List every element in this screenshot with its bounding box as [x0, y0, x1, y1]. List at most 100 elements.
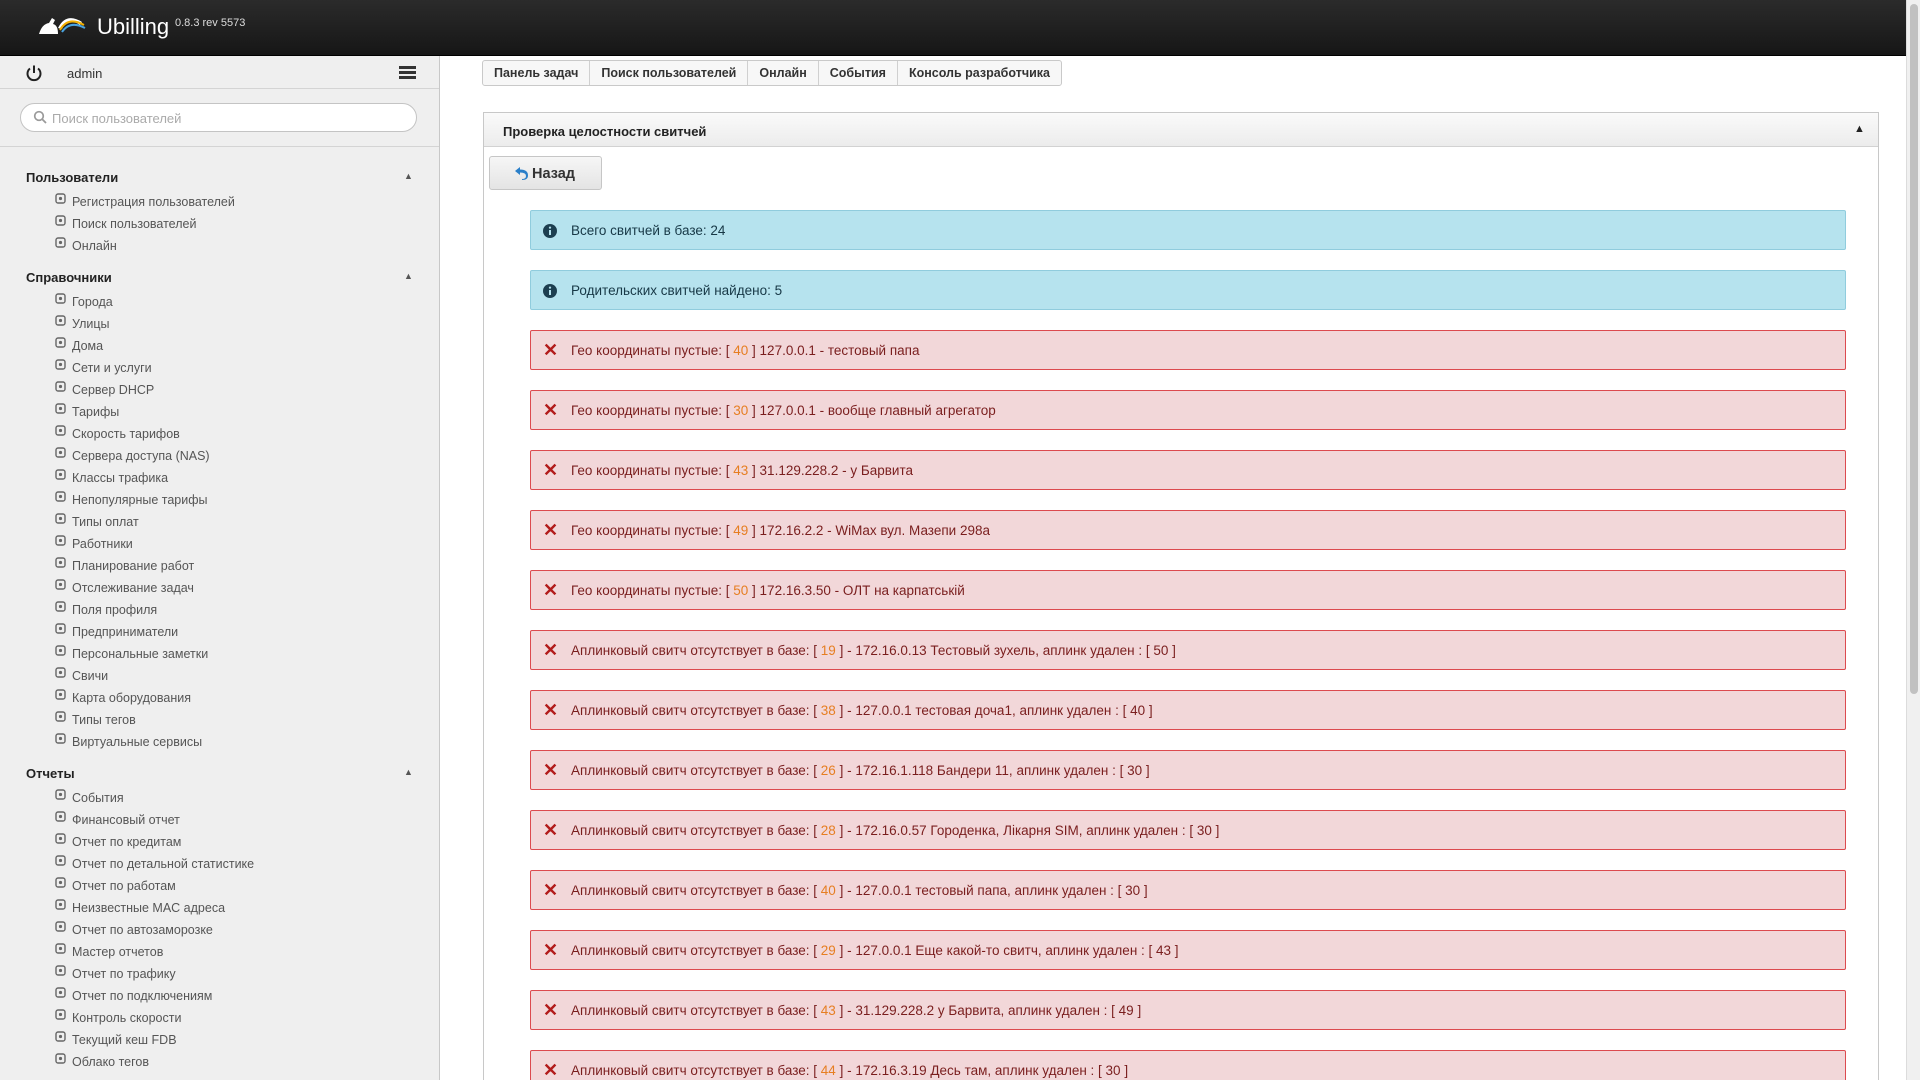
- sidebar-item[interactable]: Отчет по трафику: [0, 963, 439, 985]
- tag-cloud-icon: [55, 1053, 66, 1064]
- breadcrumb-item[interactable]: Онлайн: [748, 61, 819, 85]
- alert-text: Аплинковый свитч отсутствует в базе: [ 4…: [571, 1003, 1141, 1018]
- sidebar-item-label: Свичи: [72, 669, 109, 683]
- power-icon[interactable]: [25, 64, 43, 82]
- breadcrumb-item[interactable]: Поиск пользователей: [590, 61, 749, 85]
- sidebar-item-label: Сервер DHCP: [72, 383, 155, 397]
- sidebar-item[interactable]: Облако тегов: [0, 1051, 439, 1073]
- sidebar-item-label: События: [72, 791, 124, 805]
- sidebar-item[interactable]: Текущий кеш FDB: [0, 1029, 439, 1051]
- sidebar-item-label: Дома: [72, 339, 104, 353]
- app-title[interactable]: Ubilling: [97, 14, 169, 40]
- panel-header[interactable]: Проверка целостности свитчей ▲: [484, 113, 1878, 147]
- sidebar-item[interactable]: Отчет по работам: [0, 875, 439, 897]
- sidebar-item[interactable]: Типы тегов: [0, 709, 439, 731]
- finance-icon: [55, 811, 66, 822]
- sidebar-item[interactable]: Классы трафика: [0, 467, 439, 489]
- sidebar-section-header[interactable]: Пользователи ▲: [0, 157, 439, 191]
- app-version: 0.8.3 rev 5573: [175, 17, 246, 29]
- error-x-icon: ✕: [543, 760, 559, 780]
- dollar-icon: [55, 403, 66, 414]
- breadcrumb-item[interactable]: Панель задач: [483, 61, 591, 85]
- sidebar-item[interactable]: Типы оплат: [0, 511, 439, 533]
- sidebar-section-header[interactable]: Справочники ▲: [0, 257, 439, 291]
- error-x-icon: ✕: [543, 1000, 559, 1020]
- profile-fields-icon: [55, 601, 66, 612]
- sidebar-item[interactable]: Виртуальные сервисы: [0, 731, 439, 753]
- sidebar-item[interactable]: Отчет по кредитам: [0, 831, 439, 853]
- alert-text: Родительских свитчей найдено: 5: [571, 283, 783, 298]
- events-icon: [55, 789, 66, 800]
- sidebar-item[interactable]: Отслеживание задач: [0, 577, 439, 599]
- sidebar-item[interactable]: Сети и услуги: [0, 357, 439, 379]
- sidebar-item[interactable]: Сервера доступа (NAS): [0, 445, 439, 467]
- sidebar-item[interactable]: Улицы: [0, 313, 439, 335]
- sidebar-item[interactable]: Сервер DHCP: [0, 379, 439, 401]
- info-icon: [543, 224, 557, 238]
- sidebar-item-label: Работники: [72, 537, 133, 551]
- sidebar-section: Справочники ▲ Города Улицы Дома Сети и услуги…: [0, 257, 439, 753]
- collapse-icon[interactable]: ▲: [1854, 123, 1865, 135]
- sidebar-item[interactable]: Работники: [0, 533, 439, 555]
- alert-prefix: Аплинковый свитч отсутствует в базе: [: [571, 643, 818, 658]
- back-button[interactable]: Назад: [489, 156, 602, 190]
- menu-toggle-icon[interactable]: [399, 66, 416, 80]
- sidebar-item[interactable]: Регистрация пользователей: [0, 191, 439, 213]
- sidebar-item[interactable]: Поля профиля: [0, 599, 439, 621]
- collapse-arrow-icon[interactable]: ▲: [404, 171, 413, 181]
- sidebar-section-header[interactable]: Отчеты ▲: [0, 753, 439, 787]
- search-area: [0, 89, 439, 147]
- sidebar-item[interactable]: Дома: [0, 335, 439, 357]
- search-input[interactable]: [52, 108, 402, 128]
- alert-prefix: Аплинковый свитч отсутствует в базе: [: [571, 1063, 818, 1078]
- page-scrollbar[interactable]: [1906, 0, 1920, 1080]
- sidebar-item[interactable]: Города: [0, 291, 439, 313]
- sidebar-item-label: Поиск пользователей: [72, 217, 197, 231]
- alert-suffix: ] - 127.0.0.1 тестовый папа, аплинк удал…: [839, 883, 1148, 898]
- sidebar-item[interactable]: Онлайн: [0, 235, 439, 257]
- alert-suffix: ] - 127.0.0.1 тестовая доча1, аплинк уда…: [839, 703, 1153, 718]
- scrollbar-thumb[interactable]: [1910, 4, 1918, 694]
- sidebar-item[interactable]: События: [0, 787, 439, 809]
- sidebar-item[interactable]: Неизвестные MAC адреса: [0, 897, 439, 919]
- alert-text: Аплинковый свитч отсутствует в базе: [ 1…: [571, 643, 1176, 658]
- collapse-arrow-icon[interactable]: ▲: [404, 767, 413, 777]
- sidebar-item[interactable]: Непопулярные тарифы: [0, 489, 439, 511]
- sidebar-item-label: Текущий кеш FDB: [72, 1033, 177, 1047]
- error-alert: ✕ Гео координаты пустые: [ 43 ] 31.129.22…: [530, 450, 1846, 490]
- switch-id: 50: [733, 583, 749, 598]
- sidebar-item[interactable]: Карта оборудования: [0, 687, 439, 709]
- sidebar-item[interactable]: Отчет по подключениям: [0, 985, 439, 1007]
- sidebar-item[interactable]: Отчет по автозаморозке: [0, 919, 439, 941]
- sidebar-item-label: Планирование работ: [72, 559, 195, 573]
- sidebar-item-label: Тарифы: [72, 405, 120, 419]
- error-x-icon: ✕: [543, 580, 559, 600]
- sidebar-item[interactable]: Контроль скорости: [0, 1007, 439, 1029]
- sidebar-item[interactable]: Поиск пользователей: [0, 213, 439, 235]
- breadcrumb-item[interactable]: Консоль разработчика: [898, 61, 1061, 85]
- sidebar: admin Пользователи ▲ Регистрация пользоват…: [0, 56, 440, 1080]
- sidebar-item[interactable]: Свичи: [0, 665, 439, 687]
- alert-prefix: Гео координаты пустые: [: [571, 523, 730, 538]
- logo-icon[interactable]: [36, 8, 86, 38]
- search-icon: [33, 110, 47, 124]
- sidebar-item[interactable]: Персональные заметки: [0, 643, 439, 665]
- task-tracking-icon: [55, 579, 66, 590]
- switch-id: 43: [820, 1003, 836, 1018]
- sidebar-item[interactable]: Тарифы: [0, 401, 439, 423]
- sidebar-item[interactable]: Планирование работ: [0, 555, 439, 577]
- collapse-arrow-icon[interactable]: ▲: [404, 271, 413, 281]
- sidebar-item[interactable]: Финансовый отчет: [0, 809, 439, 831]
- breadcrumb-item[interactable]: События: [819, 61, 898, 85]
- sidebar-item[interactable]: Отчет по детальной статистике: [0, 853, 439, 875]
- user-bar: admin: [0, 56, 439, 89]
- panel-title: Проверка целостности свитчей: [503, 124, 707, 139]
- sidebar-item[interactable]: Мастер отчетов: [0, 941, 439, 963]
- sidebar-item[interactable]: Скорость тарифов: [0, 423, 439, 445]
- sidebar-item-label: Классы трафика: [72, 471, 169, 485]
- works-icon: [55, 877, 66, 888]
- alert-prefix: Гео координаты пустые: [: [571, 403, 730, 418]
- sidebar-item[interactable]: Предприниматели: [0, 621, 439, 643]
- error-alert: ✕ Гео координаты пустые: [ 40 ] 127.0.0.1…: [530, 330, 1846, 370]
- back-label: Назад: [532, 166, 575, 182]
